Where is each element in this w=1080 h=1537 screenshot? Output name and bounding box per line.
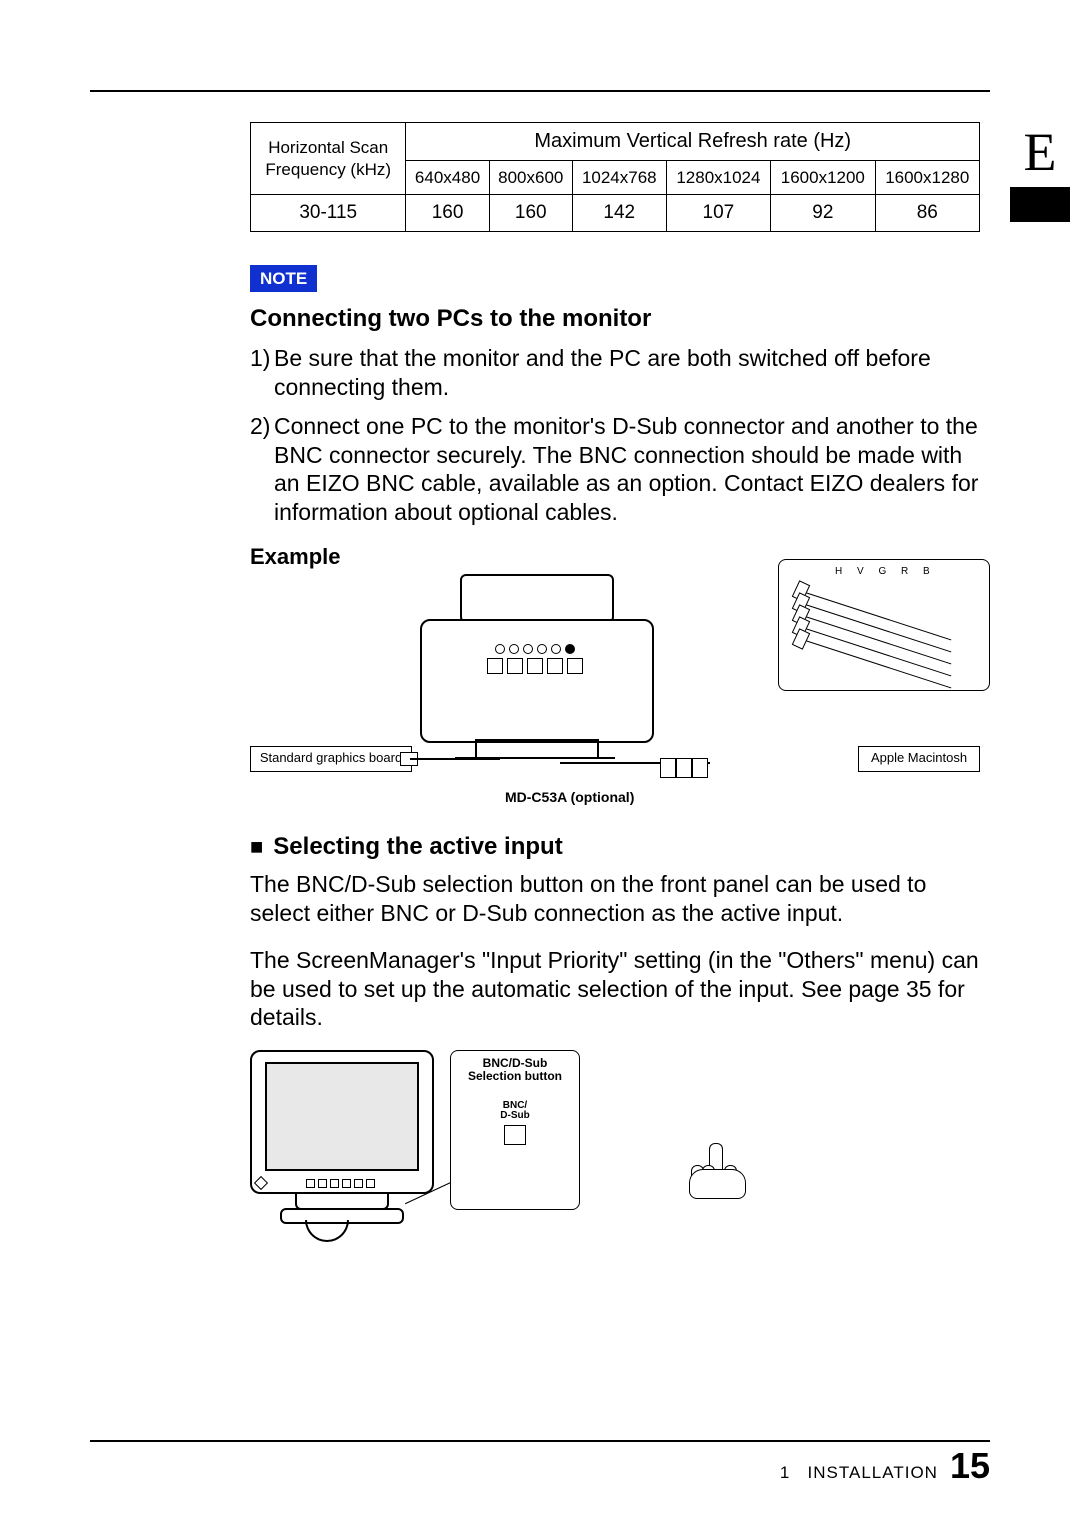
list-number: 1) (250, 344, 274, 402)
page-number: 15 (950, 1445, 990, 1487)
cell-v1: 160 (489, 195, 572, 232)
callout-title-l1: BNC/D-Sub (483, 1056, 548, 1070)
front-panel-diagram: BNC/D-Sub Selection button BNC/ D-Sub (250, 1050, 980, 1250)
chapter-title: INSTALLATION (808, 1463, 938, 1482)
bnc-cable-callout: H V G R B (778, 559, 990, 691)
cell-v0: 160 (406, 195, 489, 232)
list-text: Connect one PC to the monitor's D-Sub co… (274, 412, 980, 527)
cell-freq: 30-115 (251, 195, 406, 232)
list-number: 2) (250, 412, 274, 527)
bnc-signal-letters: H V G R B (835, 566, 936, 579)
callout-title-l2: Selection button (468, 1069, 562, 1083)
list-text: Be sure that the monitor and the PC are … (274, 344, 980, 402)
col-640x480: 640x480 (406, 161, 489, 195)
top-rule (90, 90, 990, 92)
apple-macintosh-label: Apple Macintosh (858, 746, 980, 772)
refresh-rate-table: Horizontal Scan Frequency (kHz) Maximum … (250, 122, 980, 232)
page-footer: 1 INSTALLATION 15 (780, 1445, 990, 1487)
table-rowheader: Horizontal Scan Frequency (kHz) (251, 123, 406, 195)
col-1600x1280: 1600x1280 (875, 161, 979, 195)
chapter-number: 1 (780, 1463, 790, 1482)
heading-selecting-active-input: Selecting the active input (250, 832, 980, 862)
bnc-dsub-button-callout: BNC/D-Sub Selection button BNC/ D-Sub (450, 1050, 580, 1210)
cell-v4: 92 (771, 195, 875, 232)
cell-v5: 86 (875, 195, 979, 232)
heading-connecting-two-pcs: Connecting two PCs to the monitor (250, 304, 980, 334)
bnc-dsub-button-icon (504, 1125, 526, 1145)
paragraph: The BNC/D-Sub selection button on the fr… (250, 870, 980, 928)
standard-graphics-board-label: Standard graphics board (250, 746, 412, 772)
list-item: 2) Connect one PC to the monitor's D-Sub… (250, 412, 980, 527)
col-1280x1024: 1280x1024 (666, 161, 770, 195)
connection-diagram: H V G R B (250, 574, 980, 814)
list-item: 1) Be sure that the monitor and the PC a… (250, 344, 980, 402)
col-1024x768: 1024x768 (572, 161, 666, 195)
md-c53a-label: MD-C53A (optional) (505, 789, 634, 807)
col-800x600: 800x600 (489, 161, 572, 195)
monitor-rear-icon (420, 574, 650, 754)
button-label-l2: D-Sub (500, 1110, 529, 1121)
note-badge: NOTE (250, 265, 317, 292)
cable-line-left (410, 758, 500, 760)
bottom-rule (90, 1440, 990, 1442)
monitor-front-icon (250, 1050, 430, 1200)
col-1600x1200: 1600x1200 (771, 161, 875, 195)
language-tab: E (1010, 125, 1070, 222)
table-groupheader: Maximum Vertical Refresh rate (Hz) (406, 123, 980, 161)
paragraph: The ScreenManager's "Input Priority" set… (250, 946, 980, 1032)
mac-adapter-icon (660, 752, 720, 772)
cell-v2: 142 (572, 195, 666, 232)
cell-v3: 107 (666, 195, 770, 232)
hand-press-icon (679, 1143, 749, 1203)
